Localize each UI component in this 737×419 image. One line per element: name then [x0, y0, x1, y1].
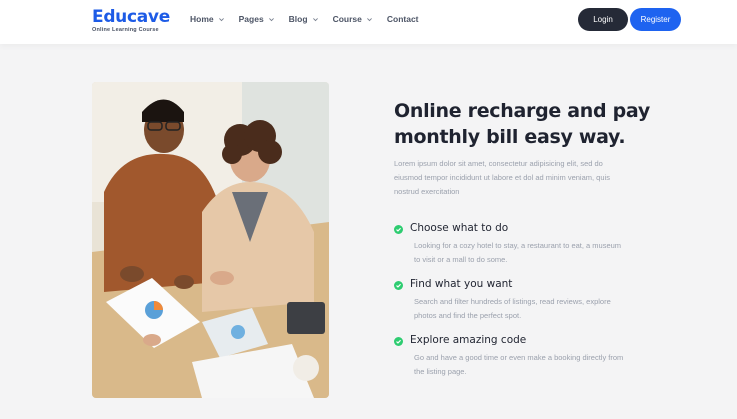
nav-item-course[interactable]: Course: [333, 14, 373, 24]
nav-item-label: Blog: [288, 14, 308, 24]
chevron-down-icon: [312, 17, 318, 21]
nav-item-label: Contact: [386, 14, 419, 24]
chevron-down-icon: [268, 17, 274, 21]
login-button[interactable]: Login: [578, 8, 628, 31]
nav-item-label: Home: [190, 14, 214, 24]
feature-title: Explore amazing code: [410, 334, 527, 346]
nav-item-contact[interactable]: Contact: [387, 14, 419, 24]
check-circle-icon: [394, 337, 403, 346]
feature-description: Looking for a cozy hotel to stay, a rest…: [414, 241, 622, 264]
nav-item-pages[interactable]: Pages: [239, 14, 275, 24]
nav-item-home[interactable]: Home: [190, 14, 225, 24]
logo[interactable]: Educave Online Learning Course: [92, 8, 170, 33]
check-circle-icon: [394, 225, 403, 234]
hero-headline: Online recharge and pay monthly bill eas…: [394, 100, 650, 148]
nav-item-label: Course: [332, 14, 362, 24]
nav-item-blog[interactable]: Blog: [289, 14, 319, 24]
feature-title: Find what you want: [410, 278, 513, 290]
people-meeting-illustration: [92, 82, 329, 398]
logo-name: Educave: [92, 7, 170, 27]
feature-description: Go and have a good time or even make a b…: [414, 353, 624, 376]
hero-intro: Lorem ipsum dolor sit amet, consectetur …: [394, 159, 610, 196]
navbar: Educave Online Learning Course Home Page…: [0, 0, 737, 44]
feature-title: Choose what to do: [410, 222, 509, 234]
main-menu: Home Pages Blog Course Contact: [190, 14, 419, 24]
chevron-down-icon: [366, 17, 372, 21]
chevron-down-icon: [218, 17, 224, 21]
logo-tagline: Online Learning Course: [92, 27, 159, 33]
register-button[interactable]: Register: [630, 8, 681, 31]
nav-item-label: Pages: [238, 14, 264, 24]
check-circle-icon: [394, 281, 403, 290]
hero-image: [92, 82, 329, 398]
feature-description: Search and filter hundreds of listings, …: [414, 297, 611, 320]
